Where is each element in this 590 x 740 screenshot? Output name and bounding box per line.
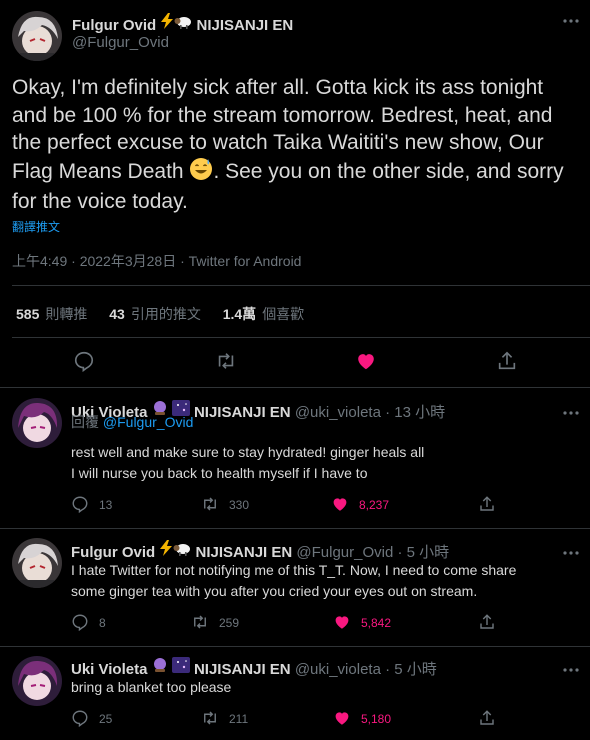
uki-avatar[interactable] xyxy=(12,656,62,706)
retweet-button[interactable]: 211 xyxy=(201,709,248,727)
reply-text: I hate Twitter for not notifying me of t… xyxy=(71,560,516,602)
retweet-count: 259 xyxy=(219,616,240,630)
quotes-label: 引用的推文 xyxy=(130,306,201,322)
like-button[interactable]: 5,842 xyxy=(333,613,391,631)
reply-author-line[interactable]: Uki Violeta NIJISANJI EN @uki_violeta · … xyxy=(71,657,437,679)
fulgur-avatar[interactable] xyxy=(12,538,62,588)
author-name[interactable]: Fulgur Ovid xyxy=(72,17,156,34)
reply-text: rest well and make sure to stay hydrated… xyxy=(71,442,424,484)
galaxy-emoji xyxy=(171,657,190,676)
likes-count: 1.4萬 xyxy=(222,306,257,322)
reply-text-line: some ginger tea with you after you cried… xyxy=(71,583,478,599)
author-handle[interactable]: @Fulgur_Ovid xyxy=(72,34,169,51)
reply-author-suffix: NIJISANJI EN xyxy=(193,661,291,678)
main-tweet: Fulgur Ovid NIJISANJI EN @Fulgur_Ovid Ok… xyxy=(0,0,590,388)
reply-count: 13 xyxy=(99,498,113,512)
more-icon[interactable] xyxy=(562,543,580,561)
translate-tweet-link[interactable]: 翻譯推文 xyxy=(12,218,60,235)
retweets-stat[interactable]: 585 則轉推 xyxy=(16,306,87,322)
crystal-ball-emoji xyxy=(152,657,168,676)
like-count: 8,237 xyxy=(359,498,390,512)
tweet-stats: 585 則轉推 43 引用的推文 1.4萬 個喜歡 xyxy=(16,304,322,324)
replying-to-link[interactable]: @Fulgur_Ovid xyxy=(103,414,193,430)
retweet-button[interactable]: 259 xyxy=(191,613,239,631)
tweet-text: Okay, I'm definitely sick after all. Got… xyxy=(12,74,582,216)
reply-text-line: I will nurse you back to health myself i… xyxy=(71,465,368,481)
likes-label: 個喜歡 xyxy=(262,306,305,322)
divider-mid xyxy=(12,337,590,338)
like-icon[interactable] xyxy=(355,350,377,377)
sweat-smile-emoji xyxy=(189,157,213,189)
tweet-timestamp[interactable]: 上午4:49 · 2022年3月28日 · Twitter for Androi… xyxy=(12,251,301,271)
like-button[interactable]: 8,237 xyxy=(331,495,389,513)
reply-time[interactable]: · 13 小時 xyxy=(385,404,445,421)
reply-text: bring a blanket too please xyxy=(71,677,231,698)
reply-time[interactable]: · 5 小時 xyxy=(385,661,437,678)
lightning-emoji xyxy=(160,13,174,32)
reply-tweet[interactable]: Fulgur Ovid NIJISANJI EN @Fulgur_Ovid · … xyxy=(0,529,590,647)
reply-author-suffix: NIJISANJI EN xyxy=(193,404,291,421)
retweet-count: 211 xyxy=(229,712,249,726)
share-icon[interactable] xyxy=(496,350,518,377)
sheep-emoji xyxy=(173,542,191,559)
handle-text: @Fulgur_Ovid xyxy=(72,34,169,51)
share-button[interactable] xyxy=(478,709,506,727)
reply-count: 25 xyxy=(99,712,113,726)
likes-stat[interactable]: 1.4萬 個喜歡 xyxy=(223,306,304,322)
like-button[interactable]: 5,180 xyxy=(333,709,391,727)
reply-handle[interactable]: @uki_violeta xyxy=(295,404,381,421)
reply-handle[interactable]: @Fulgur_Ovid xyxy=(296,544,393,561)
reply-tweet[interactable]: Uki Violeta NIJISANJI EN @uki_violeta · … xyxy=(0,647,590,740)
share-button[interactable] xyxy=(478,495,506,513)
divider-top xyxy=(12,285,590,286)
sheep-emoji xyxy=(174,15,192,32)
reply-button[interactable]: 13 xyxy=(71,495,113,514)
uki-avatar[interactable] xyxy=(12,398,62,448)
quotes-stat[interactable]: 43 引用的推文 xyxy=(109,306,201,322)
reply-time[interactable]: · 5 小時 xyxy=(398,544,450,561)
reply-author-name[interactable]: Fulgur Ovid xyxy=(71,544,155,561)
more-icon[interactable] xyxy=(562,11,580,29)
author-suffix: NIJISANJI EN xyxy=(196,17,294,34)
share-button[interactable] xyxy=(478,613,506,631)
retweets-count: 585 xyxy=(16,306,40,322)
reply-tweet[interactable]: Uki Violeta NIJISANJI EN @uki_violeta · … xyxy=(0,388,590,528)
author-name-line[interactable]: Fulgur Ovid NIJISANJI EN xyxy=(72,13,293,34)
more-icon[interactable] xyxy=(562,403,580,421)
replying-to: 回覆 @Fulgur_Ovid xyxy=(71,412,193,432)
retweet-icon[interactable] xyxy=(215,350,237,377)
reply-author-name[interactable]: Uki Violeta xyxy=(71,661,147,678)
replying-prefix: 回覆 xyxy=(71,414,99,430)
reply-text-line: bring a blanket too please xyxy=(71,679,232,695)
lightning-emoji xyxy=(159,540,173,559)
like-count: 5,842 xyxy=(361,616,392,630)
retweets-label: 則轉推 xyxy=(45,306,88,322)
retweet-button[interactable]: 330 xyxy=(201,495,249,513)
reply-count: 8 xyxy=(99,616,106,630)
reply-handle[interactable]: @uki_violeta xyxy=(295,661,381,678)
reply-author-suffix: NIJISANJI EN xyxy=(195,544,293,561)
fulgur-avatar[interactable] xyxy=(12,11,62,61)
reply-text-line: rest well and make sure to stay hydrated… xyxy=(71,444,425,460)
reply-button[interactable]: 8 xyxy=(71,613,106,632)
reply-button[interactable]: 25 xyxy=(71,709,113,728)
more-icon[interactable] xyxy=(562,660,580,678)
reply-text-line: I hate Twitter for not notifying me of t… xyxy=(71,562,517,578)
quotes-count: 43 xyxy=(109,306,125,322)
like-count: 5,180 xyxy=(361,712,392,726)
retweet-count: 330 xyxy=(229,498,250,512)
reply-icon[interactable] xyxy=(73,350,95,377)
reply-author-line[interactable]: Fulgur Ovid NIJISANJI EN @Fulgur_Ovid · … xyxy=(71,540,449,562)
